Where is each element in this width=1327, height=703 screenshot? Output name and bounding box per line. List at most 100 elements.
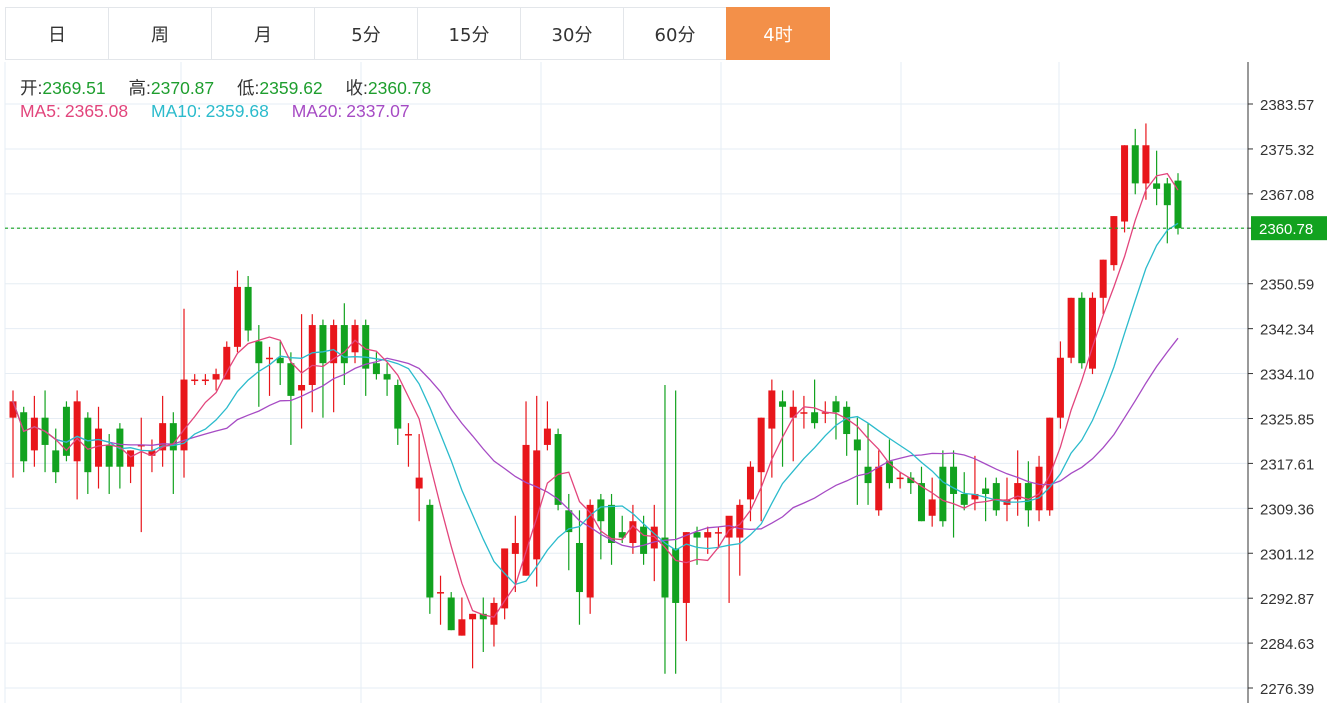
y-tick-label: 2301.12 — [1260, 546, 1314, 563]
ma5-label: MA5: — [20, 101, 61, 121]
candle-body — [682, 532, 690, 603]
candle-body — [287, 363, 295, 396]
candle-body — [1088, 297, 1096, 369]
candle-body — [84, 417, 92, 473]
candle-body — [191, 379, 199, 382]
ma5-value: 2365.08 — [64, 101, 129, 121]
candle-body — [875, 466, 883, 511]
candle-body — [757, 417, 765, 473]
candle-body — [20, 412, 28, 462]
close-value: 2360.78 — [367, 78, 432, 98]
candle-body — [554, 434, 562, 505]
y-tick-label: 2276.39 — [1260, 681, 1314, 698]
candle-body — [501, 548, 509, 609]
ohlc-readout: 开:2369.51 高:2370.87 低:2359.62 收:2360.78 — [20, 75, 449, 100]
candle-body — [746, 466, 754, 500]
high-label: 高: — [128, 78, 151, 98]
candle-body — [1142, 145, 1150, 184]
candle-body — [1078, 297, 1086, 364]
candle-body — [992, 483, 1000, 511]
candle-body — [30, 417, 38, 451]
candle-body — [447, 597, 455, 631]
candle-body — [1099, 259, 1107, 298]
y-tick-label: 2284.63 — [1260, 636, 1314, 653]
candle-body — [714, 532, 722, 534]
candle-body — [73, 401, 81, 462]
candle-body — [298, 384, 306, 391]
open-value: 2369.51 — [42, 78, 106, 98]
candle-body — [693, 532, 701, 538]
candle-body — [1024, 483, 1032, 511]
candle-body — [404, 434, 412, 436]
candle-body — [1131, 145, 1139, 184]
candle-body — [832, 401, 840, 413]
candle-body — [308, 325, 316, 385]
ma20-label: MA20: — [291, 101, 343, 121]
candle-body — [704, 532, 712, 538]
y-tick-label: 2292.87 — [1260, 591, 1314, 608]
candle-body — [896, 477, 904, 480]
ma20-line — [12, 337, 1179, 549]
candle-body — [372, 363, 380, 375]
y-tick-label: 2334.10 — [1260, 367, 1314, 384]
candle-body — [52, 450, 60, 473]
candle-body — [1067, 297, 1075, 358]
candle-body — [426, 504, 434, 598]
candle-body — [811, 412, 819, 424]
ma-readout: MA5: 2365.08 MA10: 2359.68 MA20: 2337.07 — [20, 101, 414, 122]
tab-4hour[interactable]: 4时 — [726, 7, 830, 60]
candle-body — [437, 592, 445, 594]
candle-body — [1110, 216, 1118, 266]
candle-body — [629, 521, 637, 544]
ma10-label: MA10: — [151, 101, 202, 121]
candle-body — [640, 526, 648, 554]
open-label: 开: — [20, 78, 43, 98]
candle-body — [1046, 417, 1054, 511]
candle-body — [223, 346, 231, 380]
y-tick-label: 2375.32 — [1260, 142, 1314, 159]
candle-body — [266, 357, 274, 360]
candle-body — [885, 461, 893, 484]
low-label: 低: — [237, 78, 260, 98]
candle-body — [1163, 183, 1171, 206]
candle-body — [1174, 180, 1182, 229]
candle-body — [960, 493, 968, 505]
candle-body — [982, 488, 990, 494]
candle-body — [650, 526, 658, 549]
candle-body — [533, 450, 541, 560]
candle-body — [511, 543, 519, 554]
ma5-line — [12, 172, 1179, 618]
candle-body — [1056, 357, 1064, 418]
candle-body — [575, 543, 583, 593]
candle-body — [928, 499, 936, 516]
candle-body — [351, 325, 359, 353]
y-tick-label: 2309.36 — [1260, 501, 1314, 518]
candle-body — [939, 466, 947, 522]
candle-body — [169, 423, 177, 451]
candle-body — [864, 466, 872, 484]
candle-body — [522, 444, 530, 576]
candle-body — [917, 483, 925, 522]
candle-body — [768, 390, 776, 429]
candle-body — [458, 619, 466, 636]
candle-body — [779, 401, 787, 407]
candle-body — [201, 379, 209, 382]
candle-body — [244, 286, 252, 331]
candle-body — [543, 428, 551, 445]
candle-body — [95, 428, 103, 467]
candle-body — [394, 384, 402, 429]
candle-body — [597, 499, 605, 522]
candle-body — [127, 450, 135, 467]
y-tick-label: 2325.85 — [1260, 412, 1314, 429]
candle-body — [212, 374, 220, 380]
candle-body — [319, 325, 327, 364]
candle-body — [853, 439, 861, 451]
y-tick-label: 2342.34 — [1260, 322, 1314, 339]
ma20-value: 2337.07 — [346, 101, 410, 121]
ma10-value: 2359.68 — [205, 101, 269, 121]
low-value: 2359.62 — [259, 78, 323, 98]
candle-body — [105, 444, 113, 467]
y-tick-label: 2350.59 — [1260, 277, 1314, 294]
candle-body — [233, 286, 241, 347]
candle-body — [1153, 183, 1161, 189]
